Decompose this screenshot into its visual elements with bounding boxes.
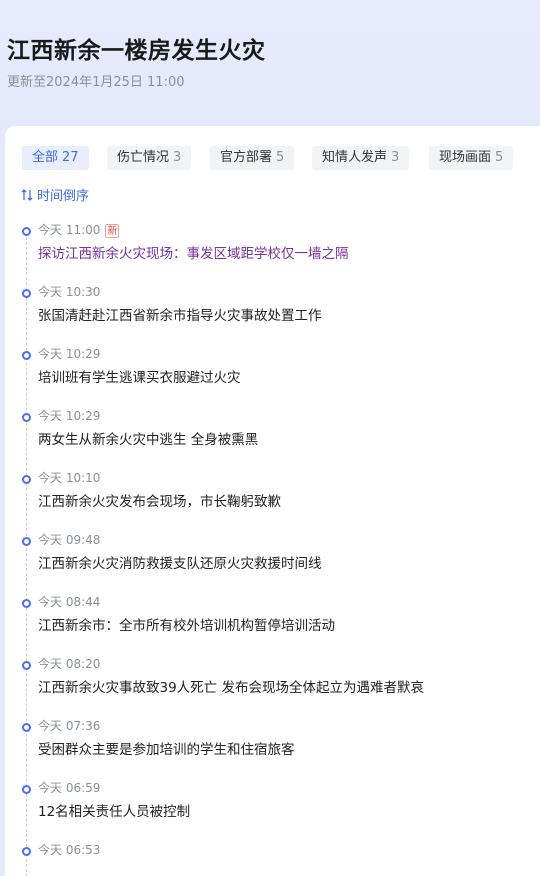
- tab-all[interactable]: 全部 27: [22, 146, 89, 170]
- timeline-dot-icon: [22, 289, 31, 298]
- timeline-time-text: 今天 08:20: [38, 657, 101, 671]
- tab-insiders[interactable]: 知情人发声 3: [312, 146, 410, 170]
- timeline-item[interactable]: 今天 10:29 两女生从新余火灾中逃生 全身被熏黑: [5, 406, 535, 468]
- timeline-item[interactable]: 今天 11:00 新探访江西新余火灾现场：事发区域距学校仅一墙之隔: [5, 220, 535, 282]
- timeline-dot-icon: [22, 413, 31, 422]
- timeline-dot-icon: [22, 227, 31, 236]
- timeline-headline-link[interactable]: 江西新余火灾事故致39人死亡 发布会现场全体起立为遇难者默哀: [38, 679, 424, 697]
- tab-label: 伤亡情况: [117, 150, 170, 165]
- timeline-dot-icon: [22, 351, 31, 360]
- timeline-headline-link[interactable]: 江西新余火灾消防救援支队还原火灾救援时间线: [38, 555, 322, 573]
- tab-label: 官方部署: [220, 150, 273, 165]
- timeline-headline-link[interactable]: 12名相关责任人员被控制: [38, 803, 190, 821]
- timeline-time-text: 今天 10:29: [38, 409, 101, 423]
- timeline-item[interactable]: 今天 08:20 江西新余火灾事故致39人死亡 发布会现场全体起立为遇难者默哀: [5, 654, 535, 716]
- timeline-item[interactable]: 今天 10:30 张国清赶赴江西省新余市指导火灾事故处置工作: [5, 282, 535, 344]
- timeline-item[interactable]: 今天 07:36 受困群众主要是参加培训的学生和住宿旅客: [5, 716, 535, 778]
- tab-count: 27: [62, 150, 79, 165]
- timeline-time-text: 今天 06:53: [38, 843, 101, 857]
- timeline-time: 今天 08:44: [38, 594, 100, 610]
- tab-label: 全部: [32, 150, 59, 165]
- timeline-time-text: 今天 08:44: [38, 595, 101, 609]
- tab-official[interactable]: 官方部署 5: [210, 146, 295, 170]
- timeline-time-text: 今天 10:30: [38, 285, 101, 299]
- timeline-time: 今天 07:36: [38, 718, 100, 734]
- timeline-headline-link[interactable]: 培训班有学生逃课买衣服避过火灾: [38, 369, 241, 387]
- timeline-time: 今天 10:30: [38, 284, 100, 300]
- timeline-time-text: 今天 10:29: [38, 347, 101, 361]
- timeline-time: 今天 10:10: [38, 470, 100, 486]
- tab-count: 5: [495, 150, 504, 165]
- tab-count: 3: [173, 150, 182, 165]
- timeline-time: 今天 10:29: [38, 346, 100, 362]
- sort-label: 时间倒序: [37, 189, 90, 204]
- timeline-time-text: 今天 07:36: [38, 719, 101, 733]
- tab-label: 知情人发声: [322, 150, 388, 165]
- timeline-item[interactable]: 今天 06:53: [5, 840, 535, 876]
- timeline-headline-link[interactable]: 探访江西新余火灾现场：事发区域距学校仅一墙之隔: [38, 245, 349, 263]
- timeline-dot-icon: [22, 599, 31, 608]
- timeline-dot-icon: [22, 785, 31, 794]
- timeline-time: 今天 11:00 新: [38, 222, 120, 238]
- tab-scene[interactable]: 现场画面 5: [429, 146, 514, 170]
- timeline-time: 今天 09:48: [38, 532, 100, 548]
- timeline-time: 今天 06:53: [38, 842, 100, 858]
- timeline-item[interactable]: 今天 09:48 江西新余火灾消防救援支队还原火灾救援时间线: [5, 530, 535, 592]
- sort-toggle[interactable]: 时间倒序: [21, 188, 89, 206]
- timeline-dot-icon: [22, 723, 31, 732]
- timeline-headline-link[interactable]: 张国清赶赴江西省新余市指导火灾事故处置工作: [38, 307, 322, 325]
- timeline-time-text: 今天 10:10: [38, 471, 101, 485]
- timeline-time: 今天 10:29: [38, 408, 100, 424]
- tab-casualties[interactable]: 伤亡情况 3: [107, 146, 192, 170]
- timeline-item[interactable]: 今天 08:44 江西新余市：全市所有校外培训机构暂停培训活动: [5, 592, 535, 654]
- tab-label: 现场画面: [439, 150, 492, 165]
- timeline-dot-icon: [22, 661, 31, 670]
- timeline-headline-link[interactable]: 两女生从新余火灾中逃生 全身被熏黑: [38, 431, 258, 449]
- timeline-item[interactable]: 今天 06:59 12名相关责任人员被控制: [5, 778, 535, 840]
- timeline-dot-icon: [22, 537, 31, 546]
- timeline-item[interactable]: 今天 10:29 培训班有学生逃课买衣服避过火灾: [5, 344, 535, 406]
- timeline-time-text: 今天 09:48: [38, 533, 101, 547]
- timeline-headline-link[interactable]: 江西新余市：全市所有校外培训机构暂停培训活动: [38, 617, 335, 635]
- timeline-time: 今天 08:20: [38, 656, 100, 672]
- timeline-time-text: 今天 11:00: [38, 223, 101, 237]
- timeline-item[interactable]: 今天 10:10 江西新余火灾发布会现场，市长鞠躬致歉: [5, 468, 535, 530]
- timeline-time-text: 今天 06:59: [38, 781, 101, 795]
- update-time: 更新至2024年1月25日 11:00: [7, 75, 185, 90]
- sort-icon: [21, 189, 33, 201]
- timeline-dot-icon: [22, 847, 31, 856]
- timeline-headline-link[interactable]: 受困群众主要是参加培训的学生和住宿旅客: [38, 741, 295, 759]
- timeline-headline-link[interactable]: 江西新余火灾发布会现场，市长鞠躬致歉: [38, 493, 281, 511]
- timeline-dot-icon: [22, 475, 31, 484]
- page-title: 江西新余一楼房发生火灾: [7, 38, 266, 64]
- tab-count: 5: [276, 150, 285, 165]
- content-card: 全部 27 伤亡情况 3 官方部署 5 知情人发声 3 现场画面 5 时间倒序 今天 11…: [5, 126, 540, 876]
- new-badge: 新: [105, 224, 120, 238]
- news-timeline: 今天 11:00 新探访江西新余火灾现场：事发区域距学校仅一墙之隔今天 10:30…: [5, 220, 540, 876]
- tab-count: 3: [391, 150, 400, 165]
- page-header: 江西新余一楼房发生火灾 更新至2024年1月25日 11:00: [0, 0, 540, 140]
- timeline-time: 今天 06:59: [38, 780, 100, 796]
